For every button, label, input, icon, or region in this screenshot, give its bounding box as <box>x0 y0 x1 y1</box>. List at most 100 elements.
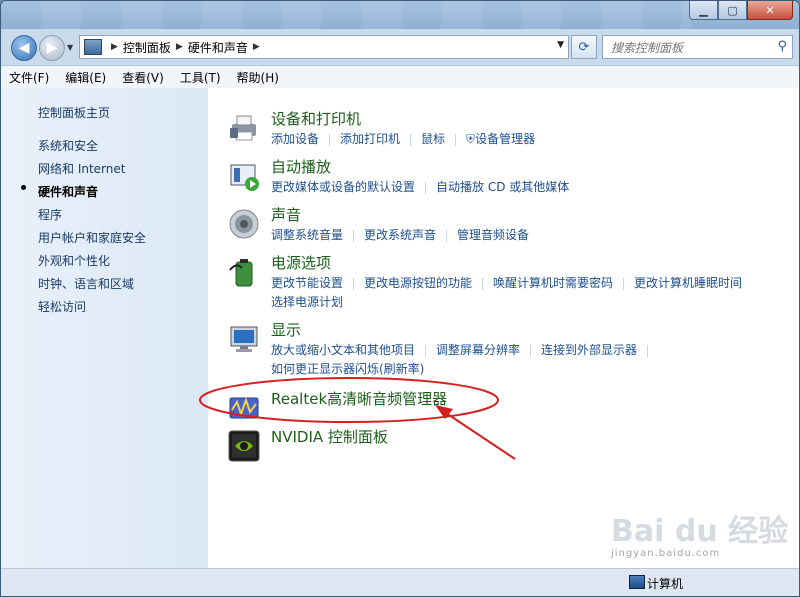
battery-icon[interactable] <box>228 256 260 288</box>
link-autoplay-cd[interactable]: 自动播放 CD 或其他媒体 <box>436 178 569 195</box>
link-wake-password[interactable]: 唤醒计算机时需要密码 <box>493 274 613 291</box>
status-computer-label: 计算机 <box>647 577 684 591</box>
link-divider <box>353 277 355 290</box>
link-divider <box>425 344 427 357</box>
sidebar: 控制面板主页 系统和安全 网络和 Internet 硬件和声音 程序 用户帐户和… <box>1 88 208 568</box>
active-bullet-icon <box>21 185 26 190</box>
link-manage-audio[interactable]: 管理音频设备 <box>457 226 529 243</box>
link-choose-power-plan[interactable]: 选择电源计划 <box>271 293 343 310</box>
link-divider <box>425 181 427 194</box>
maximize-button[interactable]: ▢ <box>718 1 747 20</box>
status-bar: 计算机 <box>1 568 799 596</box>
category-links: 调整系统音量 更改系统声音 管理音频设备 <box>271 226 529 243</box>
link-divider <box>446 229 448 242</box>
back-arrow-icon: ◀ <box>18 40 30 56</box>
link-mouse[interactable]: 鼠标 <box>421 130 445 147</box>
category-links: 放大或缩小文本和其他项目 调整屏幕分辨率 连接到外部显示器 <box>271 341 658 358</box>
category-links-row2: 选择电源计划 <box>271 293 343 310</box>
nvidia-icon[interactable] <box>228 430 260 462</box>
title-bar[interactable]: ▁ ▢ ✕ <box>1 1 799 29</box>
computer-icon <box>629 575 645 589</box>
forward-arrow-icon: ▶ <box>46 40 58 56</box>
breadcrumb-separator-icon[interactable]: ▶ <box>176 42 183 52</box>
menu-bar: 文件(F) 编辑(E) 查看(V) 工具(T) 帮助(H) <box>1 65 799 89</box>
sidebar-item-network[interactable]: 网络和 Internet <box>38 160 125 177</box>
category-title[interactable]: 自动播放 <box>271 156 331 177</box>
address-dropdown-icon[interactable]: ▼ <box>557 40 564 50</box>
link-text-size[interactable]: 放大或缩小文本和其他项目 <box>271 341 415 358</box>
menu-tools[interactable]: 工具(T) <box>172 69 229 86</box>
main-content: 设备和打印机 添加设备 添加打印机 鼠标 ⛨ 设备管理器 自动播放 更改媒体或设备的默… <box>208 88 799 568</box>
link-power-button[interactable]: 更改电源按钮的功能 <box>364 274 472 291</box>
sidebar-item-ease-of-access[interactable]: 轻松访问 <box>38 298 86 315</box>
address-bar[interactable]: ▶ 控制面板 ▶ 硬件和声音 ▶ ▼ <box>79 35 569 59</box>
breadcrumb-separator-icon[interactable]: ▶ <box>111 42 118 52</box>
link-divider <box>482 277 484 290</box>
link-divider <box>623 277 625 290</box>
sidebar-home-link[interactable]: 控制面板主页 <box>38 104 110 121</box>
back-button[interactable]: ◀ <box>11 35 37 61</box>
search-icon[interactable]: ⚲ <box>777 39 787 54</box>
category-title[interactable]: 显示 <box>271 319 301 340</box>
category-title[interactable]: NVIDIA 控制面板 <box>271 426 388 447</box>
link-add-printer[interactable]: 添加打印机 <box>340 130 400 147</box>
speaker-icon[interactable] <box>228 208 260 240</box>
sidebar-item-system-security[interactable]: 系统和安全 <box>38 137 98 154</box>
sidebar-item-programs[interactable]: 程序 <box>38 206 62 223</box>
forward-button[interactable]: ▶ <box>39 35 65 61</box>
address-toolbar: ◀ ▶ ▼ ▶ 控制面板 ▶ 硬件和声音 ▶ ▼ ⟳ ⚲ <box>1 29 799 65</box>
menu-edit[interactable]: 编辑(E) <box>57 69 114 86</box>
category-title[interactable]: 电源选项 <box>271 252 331 273</box>
link-power-saving[interactable]: 更改节能设置 <box>271 274 343 291</box>
sidebar-item-hardware-sound: 硬件和声音 <box>38 185 99 199</box>
search-input[interactable] <box>609 38 773 58</box>
link-divider <box>647 344 649 357</box>
link-adjust-volume[interactable]: 调整系统音量 <box>271 226 343 243</box>
minimize-button[interactable]: ▁ <box>689 1 718 20</box>
autoplay-icon[interactable] <box>228 160 260 192</box>
refresh-icon: ⟳ <box>578 39 590 55</box>
printer-icon[interactable] <box>228 112 260 144</box>
caption-buttons: ▁ ▢ ✕ <box>689 1 793 20</box>
baidu-watermark: Bai du 经验 jingyan.baidu.com <box>611 506 789 559</box>
menu-file[interactable]: 文件(F) <box>1 69 57 86</box>
sidebar-item-clock-region[interactable]: 时钟、语言和区域 <box>38 275 134 292</box>
category-title[interactable]: Realtek高清晰音频管理器 <box>271 388 447 409</box>
link-resolution[interactable]: 调整屏幕分辨率 <box>436 341 520 358</box>
link-divider <box>455 133 457 146</box>
menu-help[interactable]: 帮助(H) <box>229 69 287 86</box>
menu-view[interactable]: 查看(V) <box>114 69 172 86</box>
control-panel-window: ▁ ▢ ✕ ◀ ▶ ▼ ▶ 控制面板 ▶ 硬件和声音 ▶ ▼ ⟳ ⚲ 文件(F)… <box>0 0 800 597</box>
category-links: 更改节能设置 更改电源按钮的功能 唤醒计算机时需要密码 更改计算机睡眠时间 <box>271 274 742 291</box>
breadcrumb-hardware-sound[interactable]: 硬件和声音 <box>188 39 248 56</box>
watermark-text: Bai du 经验 <box>611 514 789 549</box>
category-links: 添加设备 添加打印机 鼠标 ⛨ 设备管理器 <box>271 130 535 147</box>
breadcrumb-control-panel[interactable]: 控制面板 <box>123 39 171 56</box>
link-device-manager[interactable]: 设备管理器 <box>475 130 535 147</box>
link-sleep-time[interactable]: 更改计算机睡眠时间 <box>634 274 742 291</box>
title-bar-background <box>1 1 691 29</box>
category-links: 更改媒体或设备的默认设置 自动播放 CD 或其他媒体 <box>271 178 569 195</box>
maximize-icon: ▢ <box>727 3 738 17</box>
link-add-device[interactable]: 添加设备 <box>271 130 319 147</box>
link-divider <box>410 133 412 146</box>
close-button[interactable]: ✕ <box>747 1 793 20</box>
sidebar-item-user-accounts[interactable]: 用户帐户和家庭安全 <box>38 229 146 246</box>
category-title[interactable]: 设备和打印机 <box>271 108 361 129</box>
minimize-icon: ▁ <box>699 3 708 17</box>
link-divider <box>329 133 331 146</box>
link-refresh-rate[interactable]: 如何更正显示器闪烁(刷新率) <box>271 360 424 377</box>
link-external-display[interactable]: 连接到外部显示器 <box>541 341 637 358</box>
monitor-icon[interactable] <box>228 323 260 355</box>
realtek-audio-icon[interactable] <box>228 392 260 424</box>
control-panel-icon <box>84 39 102 55</box>
refresh-button[interactable]: ⟳ <box>571 35 597 59</box>
search-box[interactable]: ⚲ <box>602 35 793 59</box>
recent-pages-dropdown-icon[interactable]: ▼ <box>67 43 73 52</box>
link-change-media-defaults[interactable]: 更改媒体或设备的默认设置 <box>271 178 415 195</box>
breadcrumb-separator-icon[interactable]: ▶ <box>253 42 260 52</box>
sidebar-item-appearance[interactable]: 外观和个性化 <box>38 252 110 269</box>
link-change-sounds[interactable]: 更改系统声音 <box>364 226 436 243</box>
link-divider <box>353 229 355 242</box>
category-title[interactable]: 声音 <box>271 204 301 225</box>
